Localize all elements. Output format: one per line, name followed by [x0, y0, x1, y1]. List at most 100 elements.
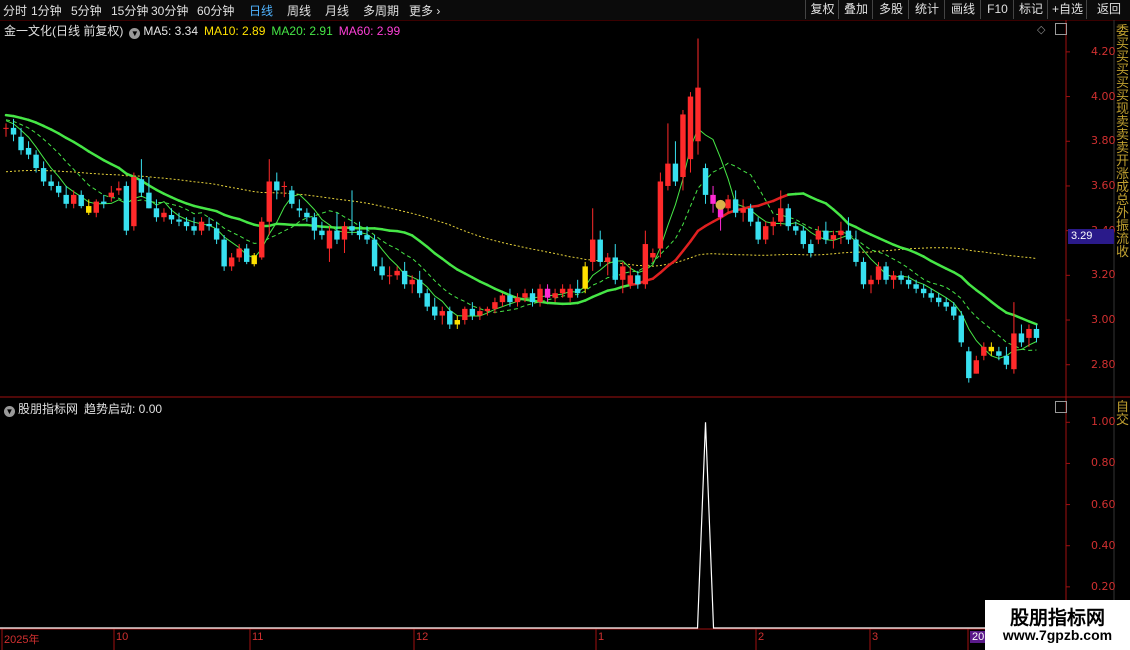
candle-body — [815, 230, 822, 240]
y-axis-label: 3.60 — [1091, 178, 1116, 192]
candle-body — [770, 221, 776, 227]
candle-body — [447, 311, 453, 325]
candle-body — [454, 320, 461, 325]
candle-body — [672, 163, 679, 182]
candle-body — [386, 275, 393, 277]
candle-body — [620, 266, 626, 280]
candle-body — [702, 168, 709, 195]
ma20-segment — [49, 128, 60, 135]
ma20-segment — [410, 234, 421, 243]
candle-body — [10, 127, 17, 135]
ma20-segment — [659, 264, 670, 274]
candle-body — [597, 239, 603, 262]
candle-body — [928, 293, 934, 298]
candle-body — [1033, 328, 1040, 338]
candle-body — [341, 226, 348, 240]
ma20-segment — [79, 145, 90, 153]
candle-body — [830, 235, 837, 240]
candle-body — [973, 360, 980, 374]
sub-y-axis-label: 0.20 — [1091, 579, 1116, 593]
candle-body — [462, 308, 468, 321]
candle-body — [356, 230, 363, 236]
candle-body — [101, 201, 107, 204]
candle-body — [281, 185, 288, 187]
ma20-segment — [486, 283, 497, 290]
candle-body — [875, 266, 882, 280]
ma20-segment — [952, 270, 963, 278]
candle-body — [18, 136, 24, 151]
diamond-icon[interactable]: ◇ — [1037, 23, 1045, 36]
candle-body — [424, 293, 430, 307]
sub-window-toggle-icon[interactable] — [1055, 401, 1067, 413]
candle-body — [161, 212, 167, 218]
sub-y-axis-label: 1.00 — [1091, 415, 1116, 429]
ma20-segment — [681, 240, 692, 253]
candle-body — [710, 194, 716, 204]
candle-body — [890, 275, 897, 280]
x-axis-label: 2025年 — [4, 634, 40, 646]
money-bag-icon — [715, 199, 726, 210]
candle-body — [176, 219, 182, 222]
candle-body — [198, 221, 205, 231]
candle-body — [183, 221, 190, 227]
x-axis-label: 2 — [758, 631, 765, 643]
candle-body — [582, 266, 588, 289]
candle-body — [920, 288, 927, 294]
candle-body — [48, 181, 54, 186]
candle-body — [808, 244, 814, 253]
ma20-segment — [674, 249, 685, 262]
ma20-segment — [651, 271, 662, 280]
sub-y-axis-label: 0.40 — [1091, 538, 1116, 552]
candle-body — [236, 248, 242, 258]
candle-body — [860, 261, 867, 285]
candle-body — [778, 208, 784, 222]
ma20-segment — [441, 257, 452, 266]
ma20-segment — [704, 220, 715, 228]
candle-body — [86, 206, 92, 213]
candle-body — [747, 208, 754, 222]
candle-body — [785, 208, 791, 227]
candle-body — [996, 351, 1002, 356]
y-axis-label: 4.20 — [1091, 44, 1116, 58]
ma20-segment — [839, 214, 850, 225]
candle-body — [507, 295, 513, 303]
candle-body — [552, 293, 558, 298]
ma20-segment — [922, 255, 933, 263]
candle-body — [153, 208, 160, 218]
candle-body — [883, 266, 889, 280]
candle-body — [251, 255, 257, 265]
candle-body — [943, 302, 949, 307]
x-axis-label: 10 — [116, 631, 129, 643]
x-axis-label: 1 — [598, 631, 605, 643]
ma20-segment — [471, 276, 482, 283]
ma20-segment — [666, 259, 677, 268]
candle-body — [567, 288, 573, 298]
ma20-segment — [155, 188, 166, 196]
candle-body — [484, 308, 491, 312]
candle-body — [40, 168, 47, 182]
candle-body — [108, 192, 115, 198]
candle-body — [274, 181, 280, 191]
candle-body — [168, 215, 175, 220]
candle-body — [319, 230, 325, 236]
candle-body — [732, 199, 739, 213]
candle-body — [793, 226, 799, 231]
ma20-segment — [832, 208, 843, 218]
candle-body — [70, 194, 77, 204]
candle-body — [334, 230, 340, 240]
kline-chart[interactable] — [0, 0, 1130, 650]
watermark-title: 股朋指标网 — [1009, 608, 1105, 629]
candle-body — [966, 351, 972, 379]
window-toggle-icon[interactable] — [1055, 23, 1067, 35]
ma20-segment — [418, 239, 429, 249]
candle-body — [514, 297, 521, 303]
candle-body — [635, 275, 641, 285]
x-axis-label: 11 — [252, 631, 264, 643]
candle-body — [499, 295, 506, 303]
candle-body — [680, 114, 686, 178]
candle-body — [755, 221, 761, 240]
candle-body — [868, 279, 874, 285]
candle-body — [469, 308, 476, 316]
ma20-segment — [57, 132, 68, 140]
right-sub-strip: 自交 — [1115, 400, 1129, 427]
